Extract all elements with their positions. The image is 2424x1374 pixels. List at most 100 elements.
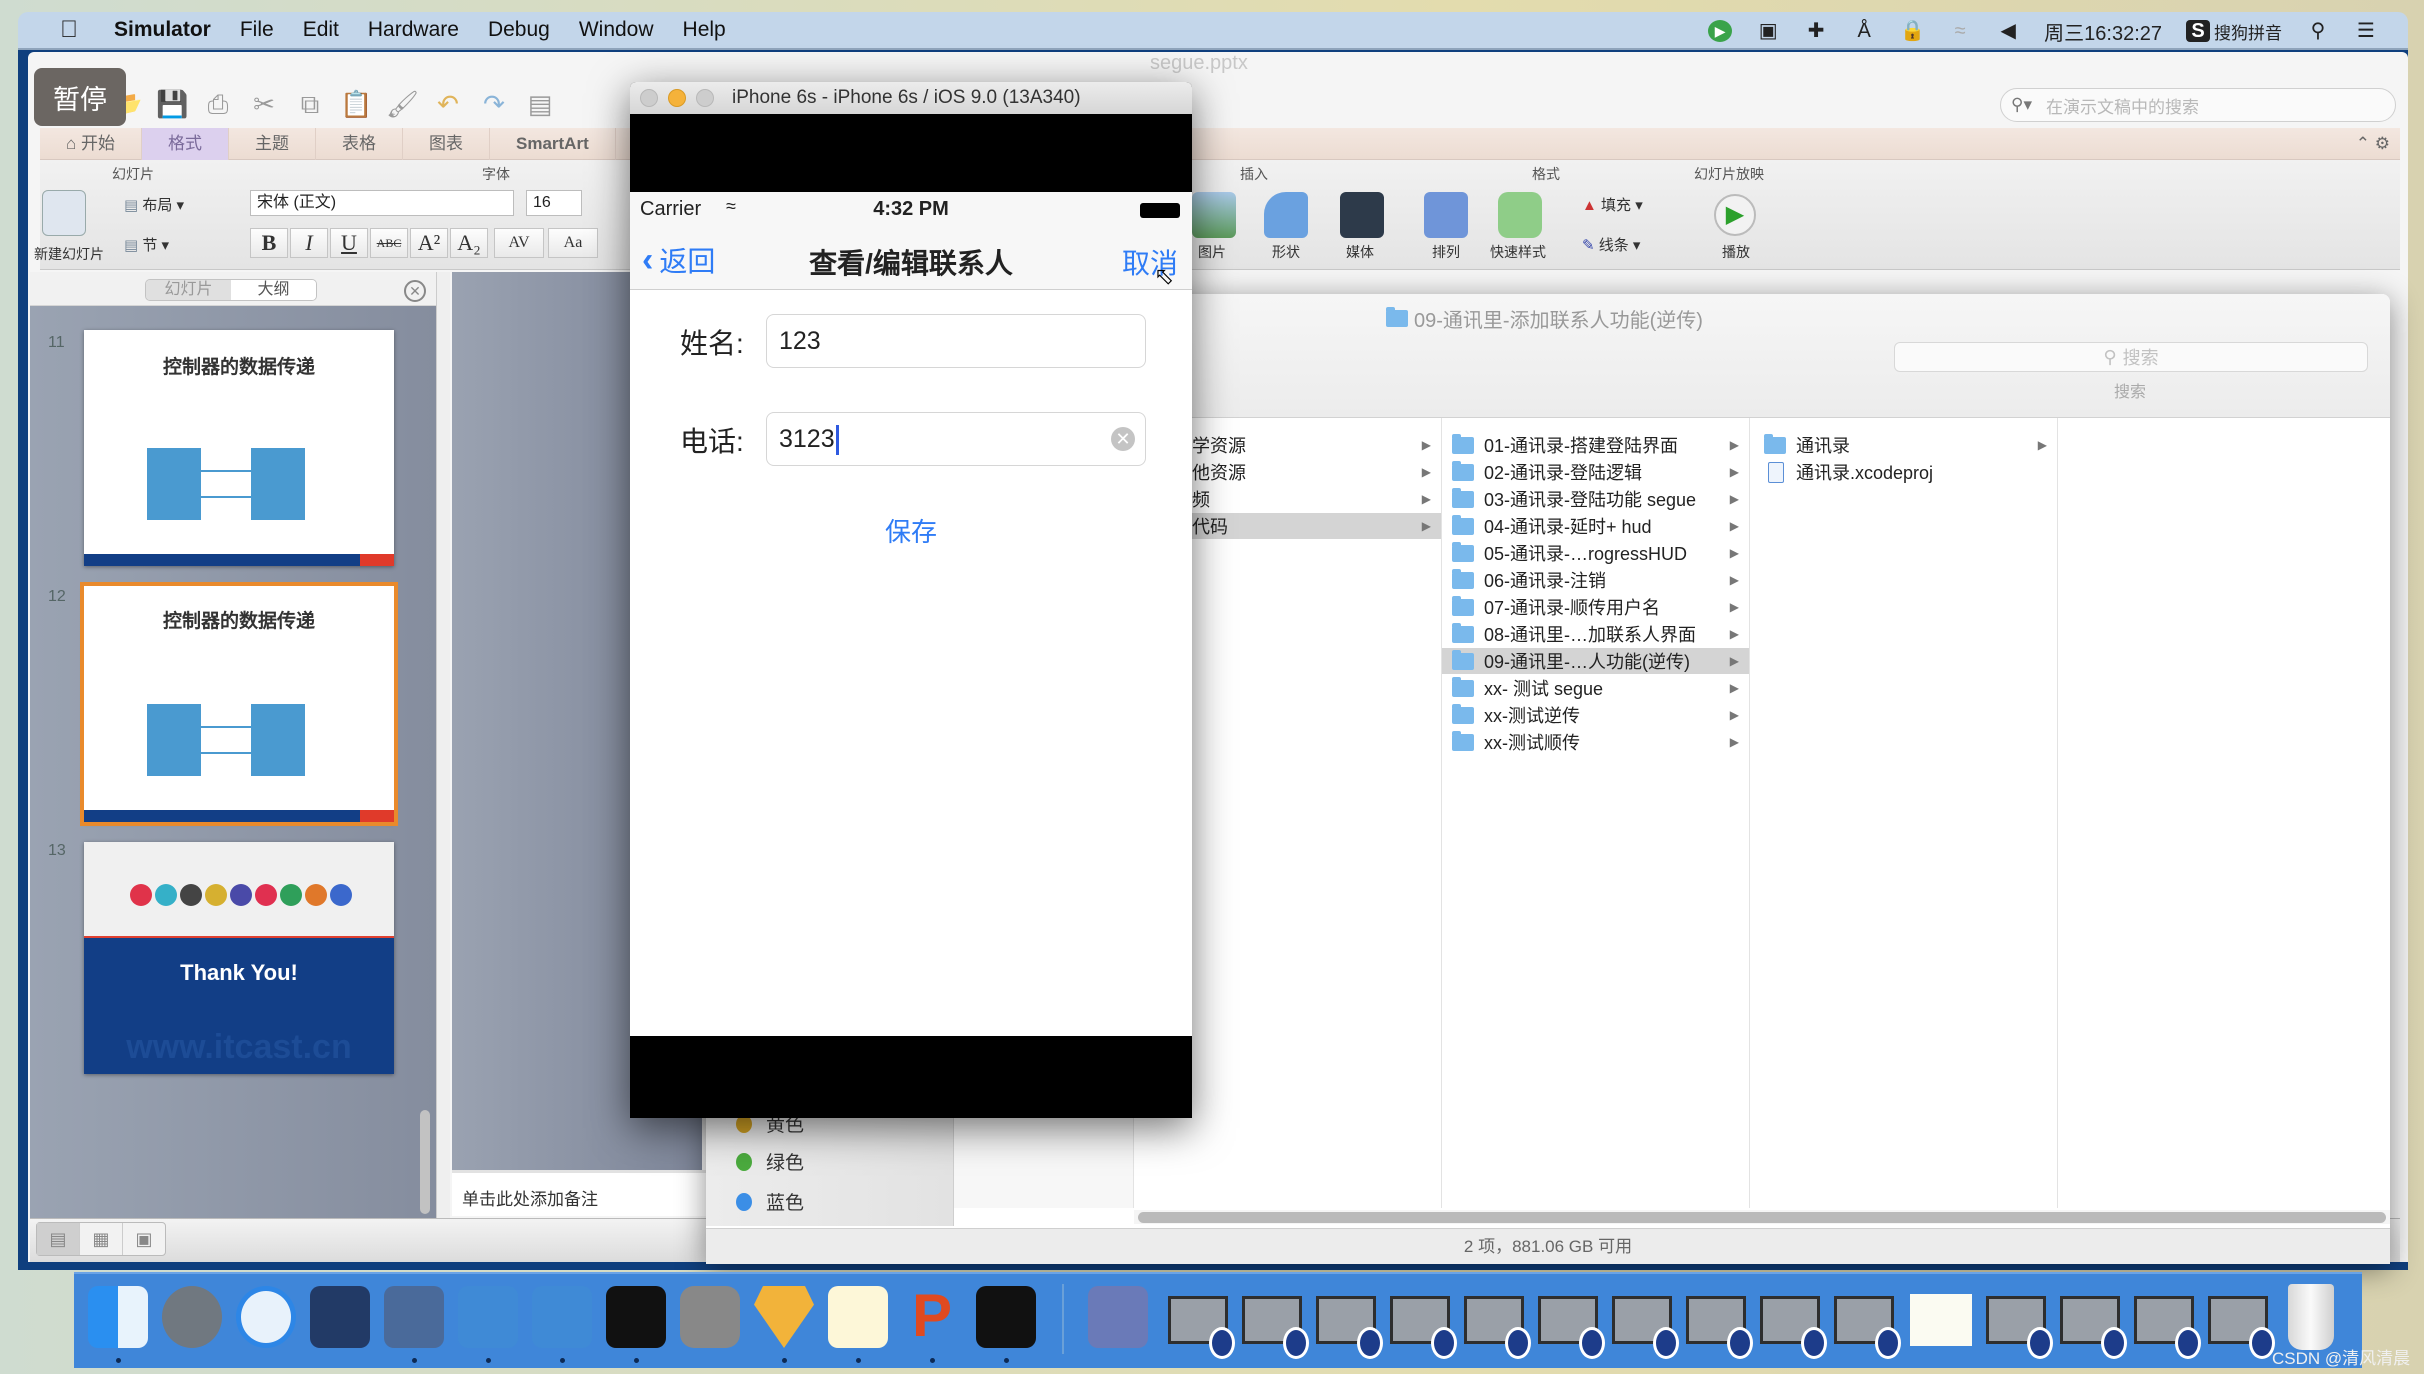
minimized-window[interactable] xyxy=(1834,1296,1901,1359)
list-item[interactable]: xx-测试顺传 ▶ xyxy=(1442,729,1749,755)
tab-slides[interactable]: 幻灯片 xyxy=(146,280,231,300)
close-window-button[interactable] xyxy=(640,89,658,107)
list-item[interactable]: 06-通讯录-注销 ▶ xyxy=(1442,567,1749,593)
section-button[interactable]: ▤ 节 ▾ xyxy=(124,234,169,255)
tab-tables[interactable]: 表格 xyxy=(316,127,403,160)
line-button[interactable]: ✎ 线条 ▾ xyxy=(1582,234,1640,255)
simulator-icon[interactable] xyxy=(532,1286,592,1348)
xcode-icon[interactable] xyxy=(458,1286,518,1348)
tab-smartart[interactable]: SmartArt xyxy=(490,127,616,160)
sketch-icon[interactable] xyxy=(754,1286,814,1348)
tab-home[interactable]: ⌂ 开始 xyxy=(40,127,142,160)
phone-field[interactable]: 3123 ✕ xyxy=(766,412,1146,466)
strikethrough-button[interactable]: ABC xyxy=(370,228,408,258)
pane-splitter[interactable] xyxy=(436,272,450,1218)
wifi-icon[interactable]: ≈ xyxy=(1948,20,1972,42)
undo-icon[interactable]: ↶ xyxy=(432,89,464,119)
minimized-window[interactable] xyxy=(1612,1296,1679,1359)
menu-edit[interactable]: Edit xyxy=(303,18,339,42)
new-slide-icon[interactable] xyxy=(42,190,86,236)
menu-window[interactable]: Window xyxy=(579,18,654,42)
minimized-window[interactable] xyxy=(1686,1296,1753,1359)
console-icon[interactable] xyxy=(976,1286,1036,1348)
copy-icon[interactable]: ⧉ xyxy=(294,89,326,119)
minimized-window[interactable] xyxy=(1242,1296,1309,1359)
list-item[interactable]: 08-通讯里-…加联系人界面 ▶ xyxy=(1442,621,1749,647)
slide-thumbnail[interactable]: 控制器的数据传递 xyxy=(84,330,394,566)
superscript-button[interactable]: A² xyxy=(410,228,448,258)
name-field[interactable]: 123 xyxy=(766,314,1146,368)
finder-search-field[interactable]: ⚲ 搜索 xyxy=(1894,342,2368,372)
trash-icon[interactable] xyxy=(2288,1284,2334,1350)
list-item[interactable]: xx- 测试 segue ▶ xyxy=(1442,675,1749,701)
minimized-window[interactable] xyxy=(2208,1296,2275,1359)
clear-text-icon[interactable]: ✕ xyxy=(1111,427,1135,451)
italic-button[interactable]: I xyxy=(290,228,328,258)
menu-debug[interactable]: Debug xyxy=(488,18,550,42)
ppt-search-field[interactable]: ⚲▾ 在演示文稿中的搜索 xyxy=(2000,88,2396,122)
redo-icon[interactable]: ↷ xyxy=(478,89,510,119)
tab-charts[interactable]: 图表 xyxy=(403,127,490,160)
list-item[interactable]: 通讯录 ▶ xyxy=(1750,432,2057,458)
notification-center-icon[interactable]: ☰ xyxy=(2354,20,2378,42)
menu-file[interactable]: File xyxy=(240,18,274,42)
character-spacing-button[interactable]: AV xyxy=(494,228,544,258)
paste-icon[interactable]: 📋 xyxy=(340,89,372,119)
list-item[interactable]: 02-通讯录-登陆逻辑 ▶ xyxy=(1442,459,1749,485)
launchpad-icon[interactable] xyxy=(162,1286,222,1348)
zoom-window-button[interactable] xyxy=(696,89,714,107)
save-button[interactable]: 保存 xyxy=(630,512,1192,549)
print-icon[interactable]: ⎙ xyxy=(202,89,234,119)
safari-icon[interactable] xyxy=(236,1286,296,1348)
system-preferences-icon[interactable] xyxy=(680,1286,740,1348)
minimize-window-button[interactable] xyxy=(668,89,686,107)
collapse-ribbon-icon[interactable]: ⌃ xyxy=(2356,134,2370,153)
ribbon-settings-icon[interactable]: ⚙ xyxy=(2375,134,2390,153)
slide-sorter-icon[interactable]: ▦ xyxy=(80,1223,123,1255)
quick-styles-icon[interactable] xyxy=(1498,192,1542,238)
sidebar-tag-green[interactable]: 绿色 xyxy=(736,1148,804,1175)
bluetooth-icon[interactable]: Å xyxy=(1852,20,1876,42)
slide-icon[interactable]: ▤ xyxy=(524,89,556,119)
screen-record-icon[interactable]: ▣ xyxy=(1756,20,1780,42)
font-size-field[interactable]: 16 xyxy=(526,190,582,216)
powerpoint-icon[interactable]: P xyxy=(902,1286,962,1348)
menu-app-simulator[interactable]: Simulator xyxy=(114,18,211,42)
menu-help[interactable]: Help xyxy=(683,18,726,42)
tab-format[interactable]: 格式 xyxy=(142,127,229,160)
font-name-field[interactable]: 宋体 (正文) xyxy=(250,190,514,216)
pause-button[interactable]: 暂停 xyxy=(34,68,126,126)
media-icon[interactable] xyxy=(1340,192,1384,238)
bold-button[interactable]: B xyxy=(250,228,288,258)
spotlight-icon[interactable]: ⚲ xyxy=(2306,20,2330,42)
minimized-window[interactable] xyxy=(1390,1296,1457,1359)
normal-view-icon[interactable]: ▤ xyxy=(37,1223,80,1255)
notes-icon[interactable] xyxy=(828,1286,888,1348)
shape-icon[interactable] xyxy=(1264,192,1308,238)
cut-icon[interactable]: ✂ xyxy=(248,89,280,119)
sidebar-tag-blue[interactable]: 蓝色 xyxy=(736,1188,804,1215)
list-item[interactable]: 07-通讯录-顺传用户名 ▶ xyxy=(1442,594,1749,620)
finder-icon[interactable] xyxy=(88,1286,148,1348)
close-pane-icon[interactable]: ✕ xyxy=(404,280,426,302)
notes-field[interactable]: 单击此处添加备注 xyxy=(452,1170,712,1216)
picture-icon[interactable] xyxy=(1192,192,1236,238)
lock-icon[interactable]: 🔒 xyxy=(1900,20,1925,42)
list-item[interactable]: 04-通讯录-延时+ hud ▶ xyxy=(1442,513,1749,539)
list-item[interactable]: 通讯录.xcodeproj xyxy=(1750,459,2057,485)
play-icon[interactable]: ▶ xyxy=(1714,194,1756,236)
new-slide-label[interactable]: 新建幻灯片 xyxy=(34,244,104,264)
format-painter-icon[interactable]: 🖌 xyxy=(386,89,419,119)
video-app-icon[interactable] xyxy=(384,1286,444,1348)
minimized-window[interactable] xyxy=(2060,1296,2127,1359)
minimized-window[interactable] xyxy=(1464,1296,1531,1359)
underline-button[interactable]: U xyxy=(330,228,368,258)
airplane-icon[interactable]: ✚ xyxy=(1804,20,1828,42)
input-method-menu[interactable]: S 搜狗拼音 xyxy=(2186,19,2282,44)
scrollbar-thumb[interactable] xyxy=(1138,1212,2386,1223)
minimized-window[interactable] xyxy=(1986,1296,2053,1359)
slideshow-view-icon[interactable]: ▣ xyxy=(123,1223,165,1255)
slide-thumbnail[interactable]: Thank You! www.itcast.cn xyxy=(84,842,394,1074)
minimized-window[interactable] xyxy=(1760,1296,1827,1359)
sync-icon[interactable]: ▶ xyxy=(1708,20,1733,42)
